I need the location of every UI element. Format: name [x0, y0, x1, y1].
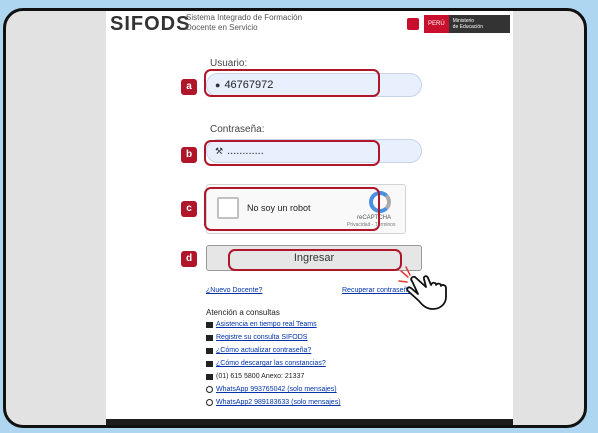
peru-label: PERÚ	[424, 15, 449, 33]
peru-shield-icon	[402, 15, 424, 33]
brand-subtitle-line1: Sistema Integrado de Formación	[186, 13, 303, 22]
highlight-login-button	[228, 249, 402, 271]
annotation-tag-c: c	[181, 201, 197, 217]
ministry-line2: de Educación	[452, 24, 483, 30]
film-icon	[206, 360, 213, 367]
ministry-label: Ministerio de Educación	[449, 18, 483, 30]
highlight-password-field	[204, 140, 380, 166]
phone-icon	[206, 373, 213, 380]
document-icon	[206, 334, 213, 341]
pointing-hand-icon	[398, 266, 447, 310]
sifods-logo: SIFODS	[110, 13, 191, 35]
support-item-whatsapp-1[interactable]: WhatsApp 993765042 (solo mensajes)	[206, 386, 337, 393]
whatsapp-icon	[206, 399, 213, 406]
footer-bar	[106, 419, 513, 425]
annotation-tag-b: b	[181, 147, 197, 163]
support-item-text: ¿Cómo actualizar contraseña?	[216, 347, 312, 354]
annotation-tag-d: d	[181, 251, 197, 267]
support-title: Atención a consultas	[206, 308, 280, 317]
support-item-text: WhatsApp 993765042 (solo mensajes)	[216, 386, 337, 393]
support-item-password-video[interactable]: ¿Cómo actualizar contraseña?	[206, 347, 311, 354]
support-item-text: Registre su consulta SIFODS	[216, 334, 308, 341]
new-teacher-link[interactable]: ¿Nuevo Docente?	[206, 287, 262, 294]
support-item-teams[interactable]: Asistencia en tiempo real Teams	[206, 321, 317, 328]
support-item-text: Asistencia en tiempo real Teams	[216, 321, 317, 328]
support-item-text: ¿Cómo descargar las constancias?	[216, 360, 326, 367]
ministry-logo: PERÚ Ministerio de Educación	[402, 15, 510, 33]
annotation-tag-a: a	[181, 79, 197, 95]
video-icon	[206, 321, 213, 328]
whatsapp-icon	[206, 386, 213, 393]
screenshot-frame: SIFODS Sistema Integrado de Formación Do…	[3, 8, 587, 428]
highlight-user-field	[204, 69, 380, 97]
support-item-certificates-video[interactable]: ¿Cómo descargar las constancias?	[206, 360, 326, 367]
brand-subtitle-line2: Docente en Servicio	[186, 23, 258, 32]
film-icon	[206, 347, 213, 354]
highlight-captcha	[204, 187, 380, 231]
brand-subtitle: Sistema Integrado de Formación Docente e…	[186, 13, 302, 33]
support-item-register[interactable]: Registre su consulta SIFODS	[206, 334, 307, 341]
support-item-whatsapp-2[interactable]: WhatsApp2 989183633 (solo mensajes)	[206, 399, 341, 406]
user-label: Usuario:	[210, 58, 248, 69]
password-label: Contraseña:	[210, 124, 265, 135]
support-item-text: WhatsApp2 989183633 (solo mensajes)	[216, 399, 341, 406]
support-item-text: (01) 615 5800 Anexo: 21337	[216, 373, 305, 380]
support-item-phone: (01) 615 5800 Anexo: 21337	[206, 373, 304, 380]
